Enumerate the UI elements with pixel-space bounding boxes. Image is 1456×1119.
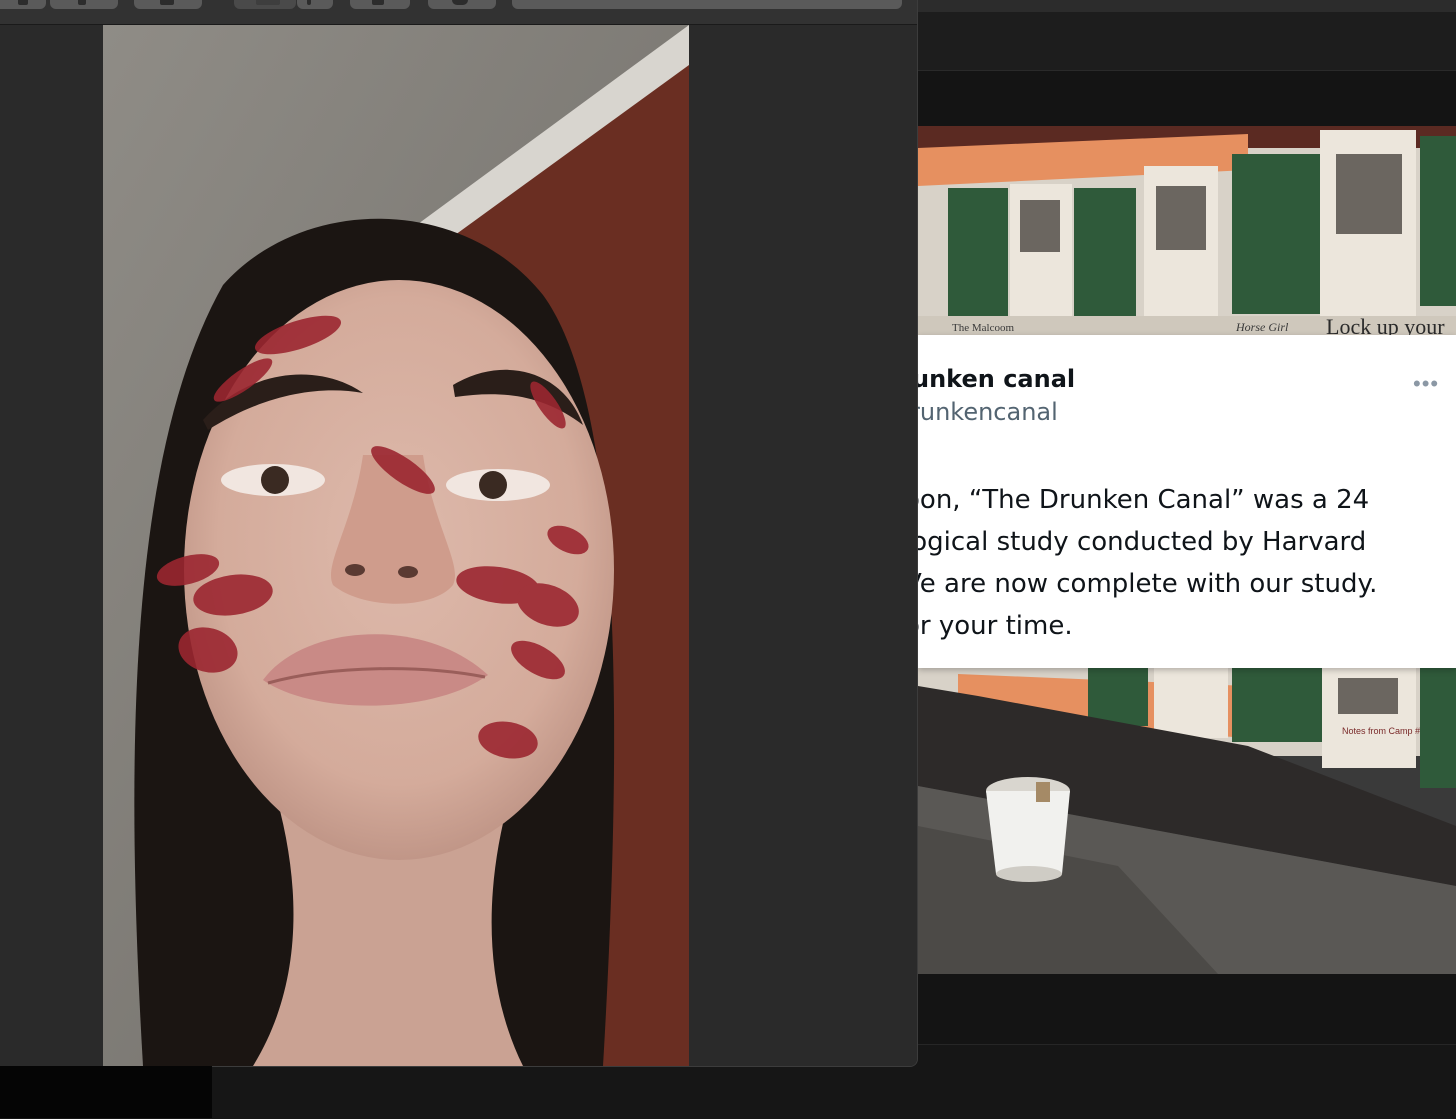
share-icon xyxy=(160,0,174,5)
sidebar-icon xyxy=(256,0,280,5)
chevron-left-icon xyxy=(18,0,28,5)
viewer-toolbar xyxy=(0,0,917,25)
zoom-out-button[interactable] xyxy=(50,0,118,9)
green-poster xyxy=(1232,154,1322,314)
poster-small-text: Horse Girl xyxy=(1235,320,1289,334)
dock-background xyxy=(0,1066,212,1118)
tweet-text-line: Ve are now complete with our study. xyxy=(918,569,1378,599)
info-icon xyxy=(452,0,468,5)
poster-small-text: The Malcoom xyxy=(952,322,1014,334)
tweet-window-bottom-bar xyxy=(900,1044,1456,1119)
tweet-text-line: or your time. xyxy=(918,611,1073,641)
rotate-button[interactable] xyxy=(297,0,333,9)
tweet-text: oon, “The Drunken Canal” was a 24 logica… xyxy=(918,479,1456,647)
selfie-illustration xyxy=(103,25,689,1066)
search-input[interactable] xyxy=(512,0,902,9)
white-bucket xyxy=(986,777,1070,882)
selfie-photo[interactable] xyxy=(103,25,689,1066)
green-poster xyxy=(1074,188,1136,316)
tweet-window-title-bar xyxy=(900,0,1456,12)
tweet-text-line: logical study conducted by Harvard xyxy=(918,527,1367,557)
image-viewer-window xyxy=(0,0,918,1067)
pen-icon xyxy=(372,0,384,5)
tweet-handle[interactable]: runkencanal xyxy=(918,398,1058,426)
ellipsis-icon[interactable]: ••• xyxy=(1413,371,1439,397)
rotate-icon xyxy=(307,0,311,5)
tweet-display-name[interactable]: unken canal xyxy=(918,365,1075,393)
info-button[interactable] xyxy=(428,0,496,9)
tweet-text-line: oon, “The Drunken Canal” was a 24 xyxy=(918,485,1370,515)
green-poster xyxy=(1420,136,1456,306)
green-poster xyxy=(948,188,1008,316)
tweet-window-toolbar xyxy=(900,12,1456,71)
tweet-card[interactable]: unken canal runkencanal ••• oon, “The Dr… xyxy=(918,335,1456,668)
poster-caption: Notes from Camp #8 xyxy=(1342,726,1425,736)
share-button[interactable] xyxy=(134,0,202,9)
view-mode-button[interactable] xyxy=(234,0,296,9)
back-button[interactable] xyxy=(0,0,46,9)
magnifier-icon xyxy=(78,0,86,5)
markup-button[interactable] xyxy=(350,0,410,9)
